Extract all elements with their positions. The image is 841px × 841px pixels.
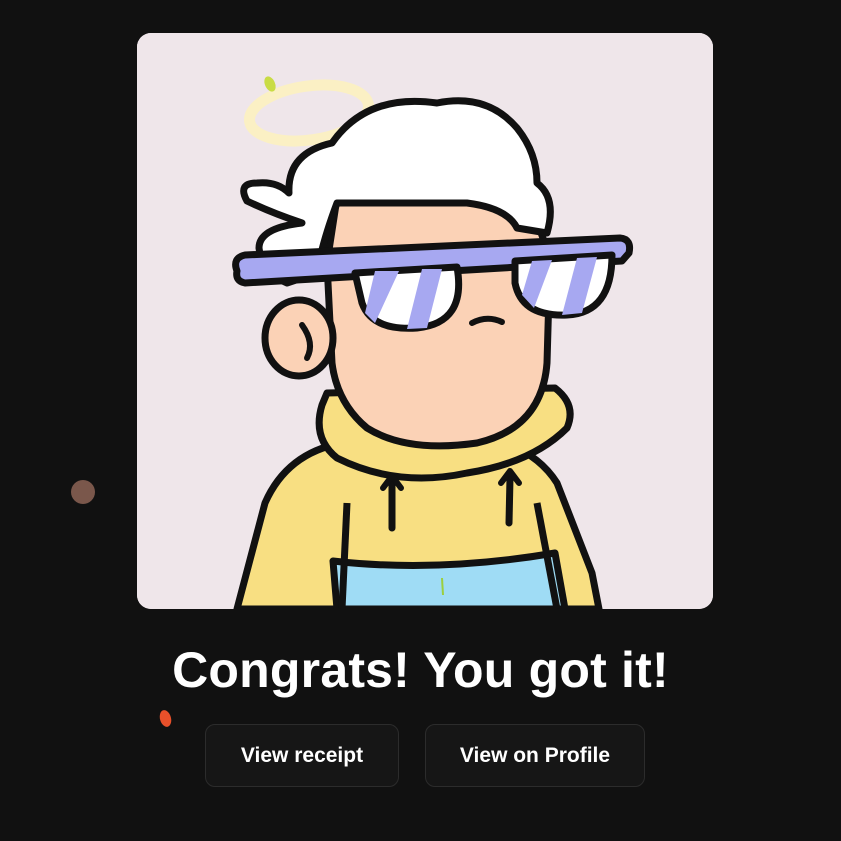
purchase-success-screen: Congrats! You got it! View receipt View … (0, 0, 841, 841)
nft-artwork-card (137, 33, 713, 609)
view-receipt-button[interactable]: View receipt (205, 724, 399, 787)
avatar-character-illustration (137, 33, 713, 609)
view-on-profile-button[interactable]: View on Profile (425, 724, 645, 787)
confetti-dot (157, 708, 174, 729)
confetti-dot (71, 480, 95, 504)
success-title: Congrats! You got it! (172, 642, 669, 698)
